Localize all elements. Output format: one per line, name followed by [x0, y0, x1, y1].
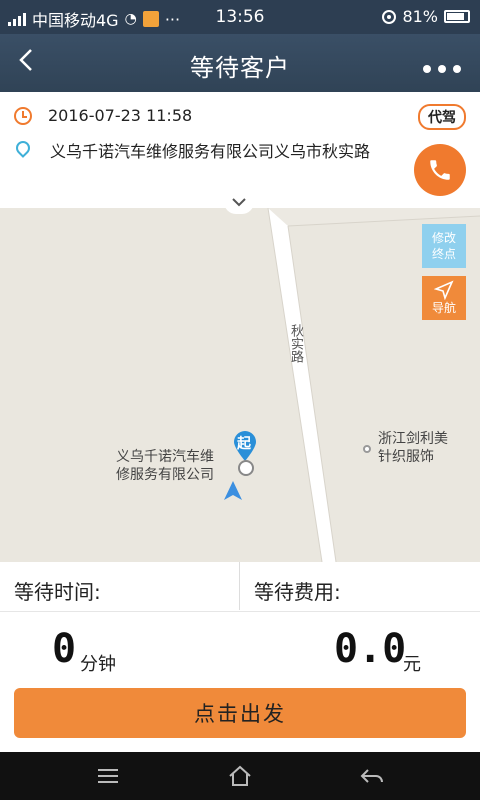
divider-vertical [239, 562, 240, 610]
menu-icon [98, 769, 118, 783]
chevron-down-icon [232, 198, 246, 207]
phone-icon [430, 160, 450, 180]
more-button[interactable] [422, 48, 462, 81]
poi-other-line-2: 针织服饰 [378, 449, 434, 465]
location-pin-icon [16, 141, 30, 159]
poi-origin-line-2: 修服务有限公司 [116, 467, 214, 483]
order-time-row: 2016-07-23 11:58 [14, 106, 192, 125]
back-icon [360, 769, 383, 783]
system-nav-bar [0, 752, 480, 800]
home-icon [229, 765, 251, 786]
status-bar: 中国移动4G ◔ ··· 13:56 81% [0, 0, 480, 34]
nav-bar: 等待客户 [0, 34, 480, 92]
clock-icon [14, 106, 32, 125]
edit-destination-label-1: 修改 [431, 231, 456, 245]
start-marker-label: 起 [237, 436, 251, 452]
order-address: 义乌千诺汽车维修服务有限公司义乌市秋实路 [50, 142, 371, 161]
expand-toggle[interactable] [224, 192, 254, 214]
road-label: 秋实路 [288, 324, 303, 363]
poi-other-label: 浙江剑利美 针织服饰 [378, 430, 448, 466]
car-icon [238, 460, 254, 476]
start-marker[interactable]: 起 [232, 430, 258, 462]
more-dots-icon [423, 65, 461, 73]
map-view[interactable]: 秋实路 修改 终点 导航 起 义乌千诺汽车维 修服务有限公司 浙江剑利美 针织服… [0, 208, 480, 562]
status-right: 81% [382, 7, 470, 26]
waiting-time-label: 等待时间: [14, 580, 101, 604]
system-menu-button[interactable] [94, 764, 122, 788]
edit-destination-label-2: 终点 [431, 247, 456, 261]
battery-icon [444, 10, 470, 23]
user-location-arrow-icon [224, 481, 242, 500]
order-address-row: 义乌千诺汽车维修服务有限公司义乌市秋实路 [14, 138, 370, 162]
poi-origin-label: 义乌千诺汽车维 修服务有限公司 [116, 448, 214, 484]
navigate-button[interactable]: 导航 [422, 276, 466, 320]
waiting-minutes-value: 0 [52, 626, 77, 672]
navigate-label: 导航 [431, 301, 456, 315]
waiting-panel: 等待时间: 等待费用: 0 分钟 0.0 元 点击出发 [0, 562, 480, 752]
system-home-button[interactable] [226, 764, 254, 788]
waiting-fee-unit: 元 [403, 654, 421, 675]
waiting-minutes-unit: 分钟 [80, 654, 116, 675]
battery-percent: 81% [402, 7, 438, 26]
call-customer-button[interactable] [414, 144, 466, 196]
waiting-fee-label: 等待费用: [254, 580, 341, 604]
navigation-arrow-icon [434, 280, 454, 300]
depart-button[interactable]: 点击出发 [14, 688, 466, 738]
waiting-fee-value: 0.0 [334, 626, 407, 672]
order-datetime: 2016-07-23 11:58 [48, 106, 193, 125]
poi-dot-icon [363, 445, 371, 453]
divider-horizontal [0, 611, 480, 612]
poi-other-line-1: 浙江剑利美 [378, 431, 448, 447]
service-type-badge: 代驾 [418, 104, 466, 130]
page-title: 等待客户 [190, 54, 290, 82]
edit-destination-button[interactable]: 修改 终点 [422, 224, 466, 268]
system-back-button[interactable] [358, 764, 386, 788]
map-roads [0, 208, 480, 562]
location-icon [382, 9, 397, 24]
poi-origin-line-1: 义乌千诺汽车维 [116, 449, 214, 465]
